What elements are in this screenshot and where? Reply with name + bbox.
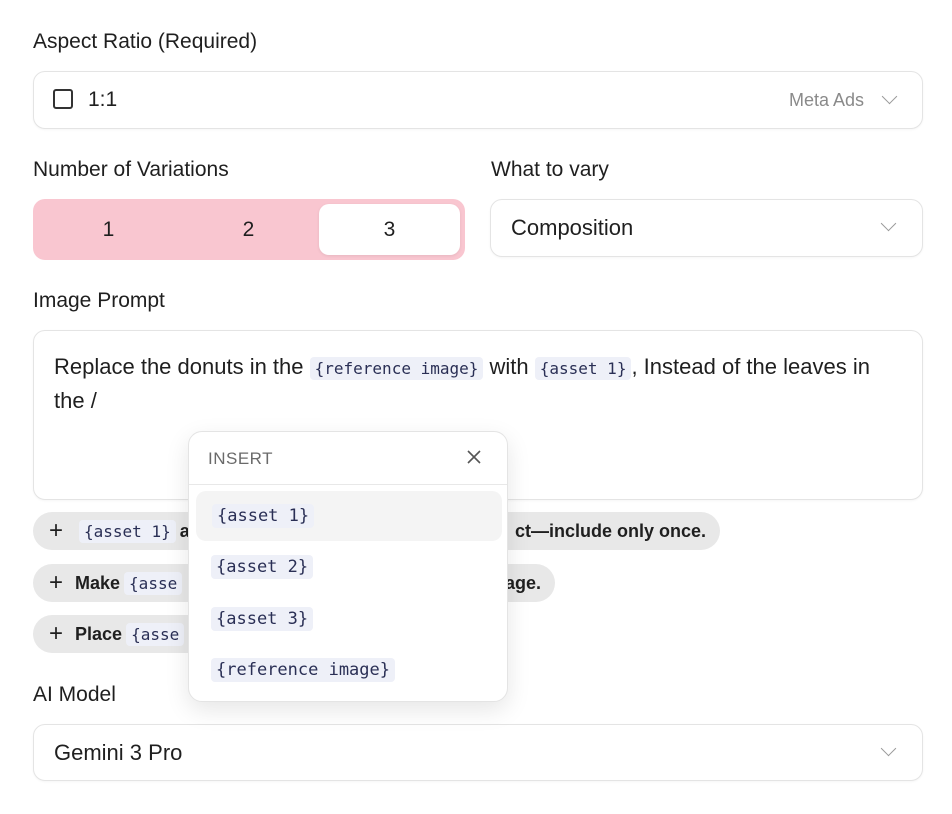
chip-text: Place: [75, 623, 123, 644]
chevron-down-icon: [880, 215, 897, 232]
variation-option-3[interactable]: 3: [319, 204, 460, 255]
plus-icon: +: [49, 620, 64, 647]
insert-option-reference-image[interactable]: {reference image}: [196, 645, 502, 695]
plus-icon: +: [49, 569, 64, 596]
insert-option-asset-2[interactable]: {asset 2}: [196, 542, 502, 592]
prompt-token: {asset 1}: [534, 357, 632, 380]
chip-text: Make: [75, 572, 121, 593]
aspect-ratio-label: Aspect Ratio (Required): [33, 30, 258, 53]
aspect-ratio-value: 1:1: [88, 88, 118, 111]
aspect-ratio-platform: Meta Ads: [788, 90, 864, 110]
ai-model-value: Gemini 3 Pro: [54, 740, 183, 765]
close-icon[interactable]: [465, 448, 483, 466]
aspect-ratio-select[interactable]: 1:1 Meta Ads: [33, 71, 923, 129]
aspect-checkbox[interactable]: [53, 89, 73, 109]
insert-option-asset-1[interactable]: {asset 1}: [196, 491, 502, 541]
plus-icon: +: [49, 517, 64, 544]
ai-model-select[interactable]: Gemini 3 Pro: [33, 724, 923, 781]
chip-token: {asset 1}: [79, 519, 176, 543]
chip-text-end: age.: [504, 572, 541, 593]
divider: [189, 484, 507, 485]
prompt-text: Replace the donuts in the {reference ima…: [54, 354, 870, 413]
chip-text-end: ct—include only once.: [514, 520, 706, 541]
image-prompt-label: Image Prompt: [33, 289, 165, 312]
what-to-vary-label: What to vary: [491, 158, 609, 181]
chevron-down-icon: [881, 88, 898, 105]
variation-option-2[interactable]: 2: [178, 204, 319, 255]
ai-model-label: AI Model: [33, 683, 116, 706]
variations-segmented-control: 1 2 3: [33, 199, 465, 260]
chevron-down-icon: [880, 740, 897, 757]
insert-option-asset-3[interactable]: {asset 3}: [196, 594, 502, 644]
what-to-vary-select[interactable]: Composition: [490, 199, 923, 257]
variations-label: Number of Variations: [33, 158, 229, 181]
chip-token: {asse: [126, 622, 185, 646]
insert-popup-title: INSERT: [208, 449, 274, 468]
variation-option-1[interactable]: 1: [38, 204, 179, 255]
what-to-vary-value: Composition: [511, 215, 634, 240]
chip-token: {asse: [124, 571, 183, 595]
insert-popup: INSERT {asset 1} {asset 2} {asset 3} {re…: [188, 431, 508, 702]
prompt-token: {reference image}: [309, 357, 484, 380]
